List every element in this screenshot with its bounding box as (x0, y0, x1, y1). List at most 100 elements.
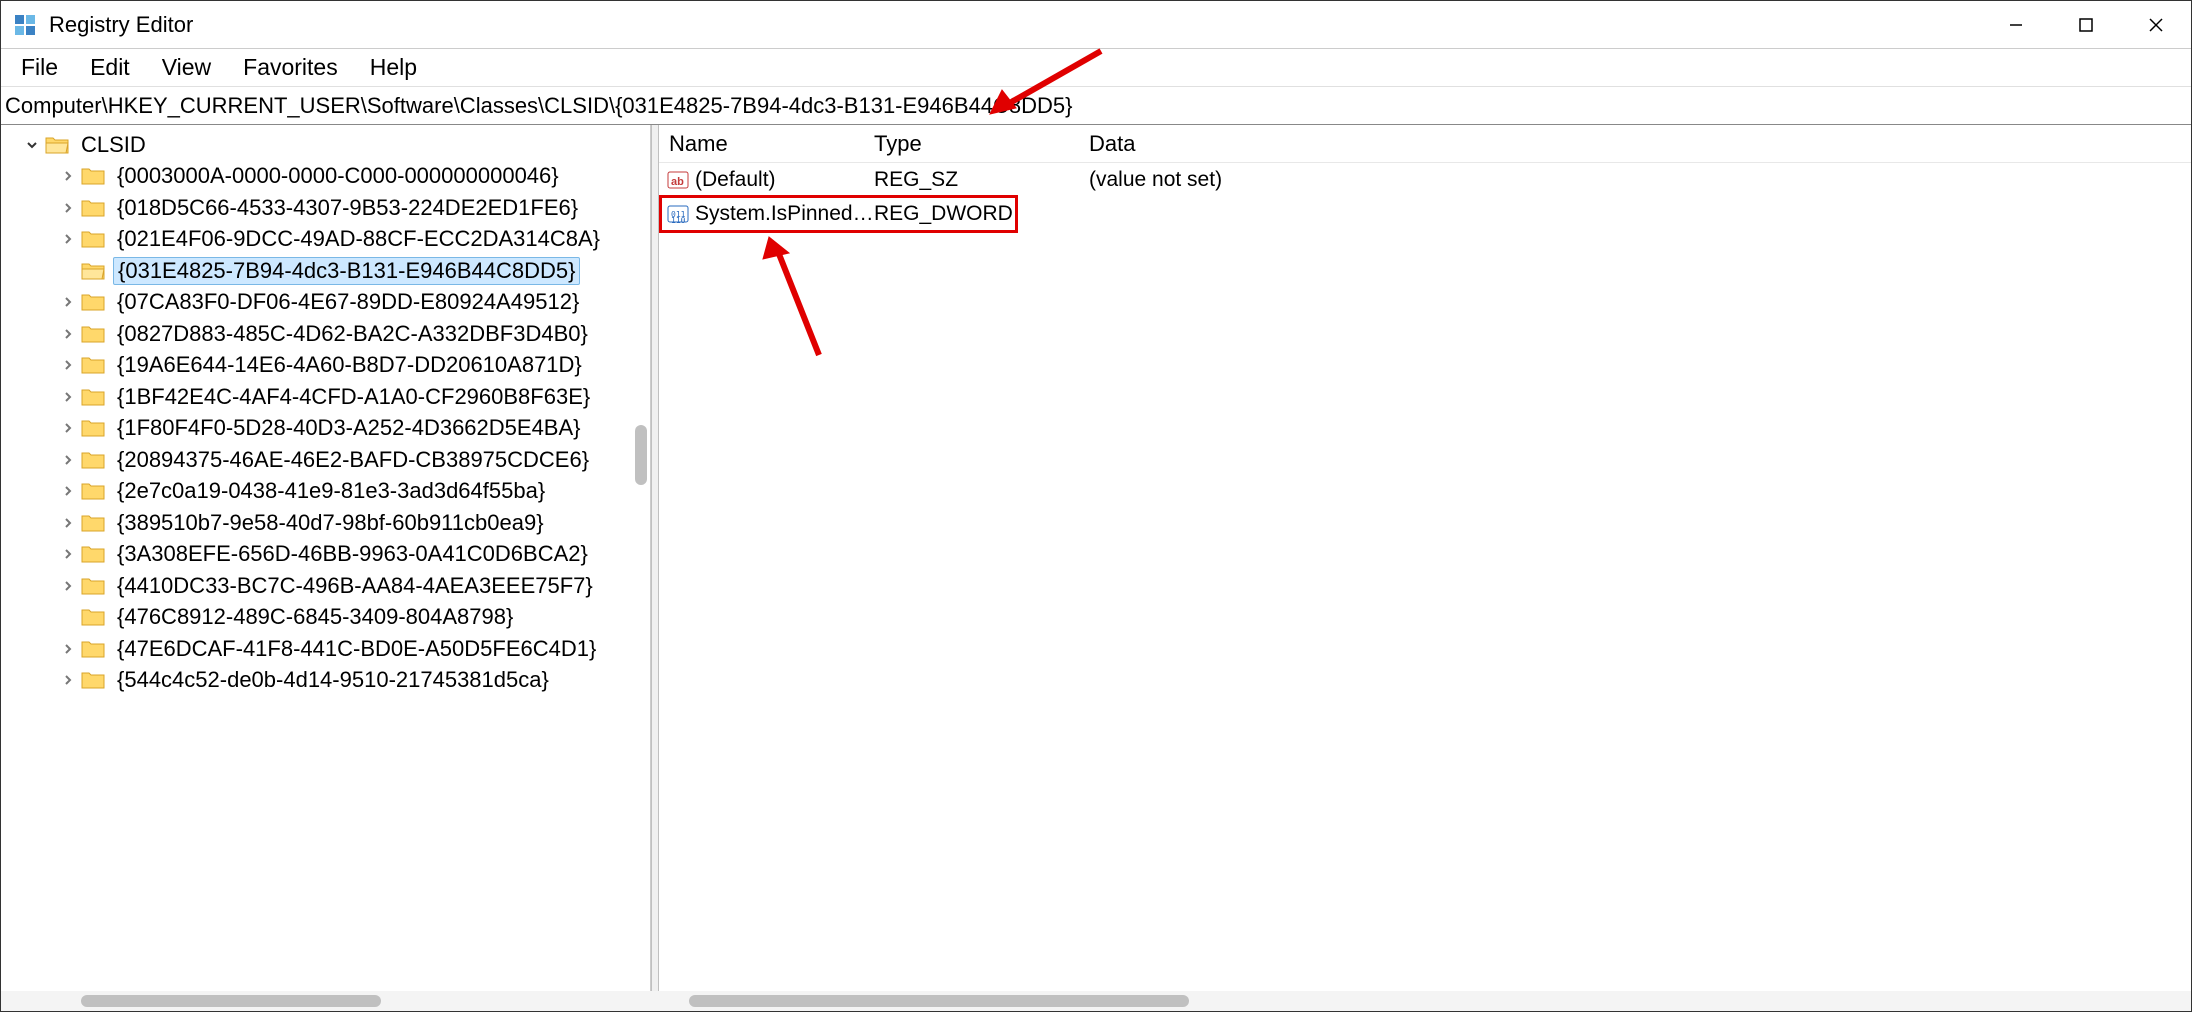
tree-item-label: {018D5C66-4533-4307-9B53-224DE2ED1FE6} (113, 195, 582, 221)
tree-item-label: {0827D883-485C-4D62-BA2C-A332DBF3D4B0} (113, 321, 592, 347)
folder-icon (81, 576, 105, 596)
chevron-right-icon[interactable] (59, 230, 77, 248)
folder-icon (81, 198, 105, 218)
tree-item[interactable]: {20894375-46AE-46E2-BAFD-CB38975CDCE6} (1, 444, 650, 476)
chevron-right-icon[interactable] (59, 293, 77, 311)
tree-item-label: {021E4F06-9DCC-49AD-88CF-ECC2DA314C8A} (113, 226, 604, 252)
chevron-right-icon[interactable] (59, 514, 77, 532)
bottom-scroll[interactable] (1, 991, 2191, 1011)
folder-icon (81, 607, 105, 627)
titlebar: Registry Editor (1, 1, 2191, 49)
chevron-down-icon[interactable] (23, 136, 41, 154)
folder-icon (81, 639, 105, 659)
tree-item-label: {0003000A-0000-0000-C000-000000000046} (113, 163, 563, 189)
tree-root[interactable]: CLSID (1, 129, 650, 161)
tree-item-label: {20894375-46AE-46E2-BAFD-CB38975CDCE6} (113, 447, 593, 473)
splitter[interactable] (651, 125, 659, 991)
chevron-right-icon[interactable] (59, 356, 77, 374)
value-name: (Default) (695, 168, 776, 192)
col-type[interactable]: Type (874, 131, 1089, 157)
tree-item[interactable]: {1F80F4F0-5D28-40D3-A252-4D3662D5E4BA} (1, 413, 650, 445)
tree-item-label: {2e7c0a19-0438-41e9-81e3-3ad3d64f55ba} (113, 478, 549, 504)
tree-item[interactable]: {0827D883-485C-4D62-BA2C-A332DBF3D4B0} (1, 318, 650, 350)
menu-file[interactable]: File (5, 50, 74, 85)
value-data: (value not set) (1089, 168, 2191, 192)
values-pane: Name Type Data ab (Default) REG_SZ (valu… (659, 125, 2191, 991)
chevron-right-icon[interactable] (59, 671, 77, 689)
folder-icon (81, 292, 105, 312)
tree-item-label: {1BF42E4C-4AF4-4CFD-A1A0-CF2960B8F63E} (113, 384, 594, 410)
value-type: REG_SZ (874, 168, 1089, 192)
tree-item[interactable]: {476C8912-489C-6845-3409-804A8798} (1, 602, 650, 634)
menu-view[interactable]: View (146, 50, 227, 85)
value-row[interactable]: ab (Default) REG_SZ (value not set) (659, 163, 2191, 197)
folder-icon (81, 229, 105, 249)
menu-favorites[interactable]: Favorites (227, 50, 354, 85)
tree-item-label: {1F80F4F0-5D28-40D3-A252-4D3662D5E4BA} (113, 415, 585, 441)
folder-icon (81, 324, 105, 344)
chevron-right-icon[interactable] (59, 388, 77, 406)
tree-item[interactable]: {19A6E644-14E6-4A60-B8D7-DD20610A871D} (1, 350, 650, 382)
folder-icon (81, 355, 105, 375)
window-title: Registry Editor (49, 12, 193, 38)
tree-scrollbar[interactable] (632, 125, 650, 991)
chevron-right-icon[interactable] (59, 199, 77, 217)
col-name[interactable]: Name (659, 131, 874, 157)
tree-item[interactable]: {3A308EFE-656D-46BB-9963-0A41C0D6BCA2} (1, 539, 650, 571)
value-row[interactable]: 011 110 System.IsPinnedT… REG_DWORD (659, 197, 2191, 231)
expando-placeholder (59, 262, 77, 280)
folder-icon (81, 387, 105, 407)
folder-icon (81, 261, 105, 281)
tree-item[interactable]: {4410DC33-BC7C-496B-AA84-4AEA3EEE75F7} (1, 570, 650, 602)
tree-item[interactable]: {389510b7-9e58-40d7-98bf-60b911cb0ea9} (1, 507, 650, 539)
tree-item-label: {389510b7-9e58-40d7-98bf-60b911cb0ea9} (113, 510, 548, 536)
chevron-right-icon[interactable] (59, 482, 77, 500)
chevron-right-icon[interactable] (59, 451, 77, 469)
window-controls (1981, 1, 2191, 49)
maximize-button[interactable] (2051, 1, 2121, 49)
tree-item[interactable]: {021E4F06-9DCC-49AD-88CF-ECC2DA314C8A} (1, 224, 650, 256)
svg-text:110: 110 (671, 216, 686, 225)
tree-item-label: {19A6E644-14E6-4A60-B8D7-DD20610A871D} (113, 352, 586, 378)
folder-icon (81, 544, 105, 564)
chevron-right-icon[interactable] (59, 545, 77, 563)
tree-item-label: {031E4825-7B94-4dc3-B131-E946B44C8DD5} (113, 257, 580, 285)
address-bar (1, 87, 2191, 125)
tree-item[interactable]: {018D5C66-4533-4307-9B53-224DE2ED1FE6} (1, 192, 650, 224)
tree-item[interactable]: {1BF42E4C-4AF4-4CFD-A1A0-CF2960B8F63E} (1, 381, 650, 413)
col-data[interactable]: Data (1089, 131, 2191, 157)
folder-icon (81, 450, 105, 470)
folder-icon (81, 166, 105, 186)
menu-edit[interactable]: Edit (74, 50, 146, 85)
tree-item[interactable]: {031E4825-7B94-4dc3-B131-E946B44C8DD5} (1, 255, 650, 287)
annotation-arrow-up (759, 235, 849, 365)
tree-item-label: {3A308EFE-656D-46BB-9963-0A41C0D6BCA2} (113, 541, 592, 567)
folder-icon (81, 670, 105, 690)
folder-icon (81, 513, 105, 533)
chevron-right-icon[interactable] (59, 577, 77, 595)
chevron-right-icon[interactable] (59, 325, 77, 343)
tree-item[interactable]: {47E6DCAF-41F8-441C-BD0E-A50D5FE6C4D1} (1, 633, 650, 665)
chevron-right-icon[interactable] (59, 167, 77, 185)
value-name: System.IsPinnedT… (695, 202, 874, 226)
tree-root-label: CLSID (77, 132, 150, 158)
chevron-right-icon[interactable] (59, 419, 77, 437)
value-type: REG_DWORD (874, 202, 1089, 226)
expando-placeholder (59, 608, 77, 626)
tree-pane: CLSID {0003000A-0000-0000-C000-000000000… (1, 125, 651, 991)
chevron-right-icon[interactable] (59, 640, 77, 658)
tree-item-label: {47E6DCAF-41F8-441C-BD0E-A50D5FE6C4D1} (113, 636, 600, 662)
minimize-button[interactable] (1981, 1, 2051, 49)
app-icon (11, 11, 39, 39)
values-header: Name Type Data (659, 125, 2191, 163)
tree-item[interactable]: {07CA83F0-DF06-4E67-89DD-E80924A49512} (1, 287, 650, 319)
svg-text:ab: ab (671, 176, 684, 188)
close-button[interactable] (2121, 1, 2191, 49)
tree-item[interactable]: {2e7c0a19-0438-41e9-81e3-3ad3d64f55ba} (1, 476, 650, 508)
folder-icon (81, 481, 105, 501)
tree-item[interactable]: {544c4c52-de0b-4d14-9510-21745381d5ca} (1, 665, 650, 697)
address-input[interactable] (5, 87, 2191, 124)
menu-help[interactable]: Help (354, 50, 433, 85)
tree-item[interactable]: {0003000A-0000-0000-C000-000000000046} (1, 161, 650, 193)
menubar: File Edit View Favorites Help (1, 49, 2191, 87)
